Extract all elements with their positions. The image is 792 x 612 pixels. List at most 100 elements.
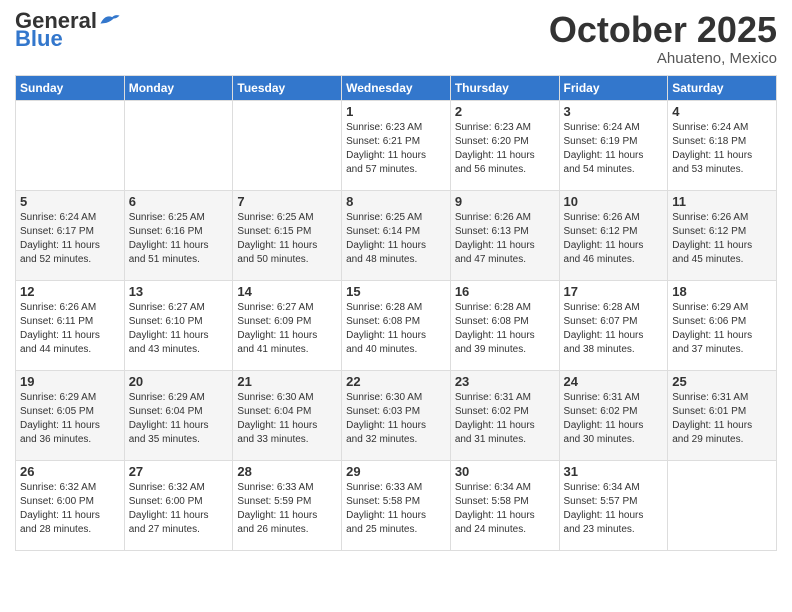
day-info: Sunrise: 6:30 AMSunset: 6:04 PMDaylight:… xyxy=(237,391,337,447)
day-info: Sunrise: 6:29 AMSunset: 6:06 PMDaylight:… xyxy=(672,301,772,357)
calendar-cell: 16 Sunrise: 6:28 AMSunset: 6:08 PMDayligh… xyxy=(450,280,559,370)
day-info: Sunrise: 6:26 AMSunset: 6:12 PMDaylight:… xyxy=(564,211,664,267)
day-number: 1 xyxy=(346,104,446,119)
day-info: Sunrise: 6:31 AMSunset: 6:01 PMDaylight:… xyxy=(672,391,772,447)
day-number: 5 xyxy=(20,194,120,209)
calendar-cell: 15Sunrise: 6:28 AMSunset: 6:08 PMDayligh… xyxy=(342,280,451,370)
day-info: Sunrise: 6:33 AMSunset: 5:58 PMDaylight:… xyxy=(346,481,446,537)
day-info: Sunrise: 6:27 AMSunset: 6:10 PMDaylight:… xyxy=(129,301,229,357)
calendar-cell: 22Sunrise: 6:30 AMSunset: 6:03 PMDayligh… xyxy=(342,370,451,460)
day-info: Sunrise: 6:28 AMSunset: 6:08 PMDaylight:… xyxy=(346,301,446,357)
day-number: 28 xyxy=(237,464,337,479)
day-info: Sunrise: 6:32 AMSunset: 6:00 PMDaylight:… xyxy=(20,481,120,537)
day-number: 29 xyxy=(346,464,446,479)
day-info: Sunrise: 6:28 AMSunset: 6:08 PMDaylight:… xyxy=(455,301,555,357)
calendar-cell: 14 Sunrise: 6:27 AMSunset: 6:09 PMDayligh… xyxy=(233,280,342,370)
calendar-cell: 26 Sunrise: 6:32 AMSunset: 6:00 PMDayligh… xyxy=(16,460,125,550)
day-info: Sunrise: 6:34 AMSunset: 5:57 PMDaylight:… xyxy=(564,481,664,537)
day-number: 6 xyxy=(129,194,229,209)
day-header-sunday: Sunday xyxy=(16,75,125,100)
calendar-cell: 28 Sunrise: 6:33 AMSunset: 5:59 PMDayligh… xyxy=(233,460,342,550)
calendar-cell: 3Sunrise: 6:24 AMSunset: 6:19 PMDaylight… xyxy=(559,100,668,190)
day-info: Sunrise: 6:25 AMSunset: 6:14 PMDaylight:… xyxy=(346,211,446,267)
day-number: 2 xyxy=(455,104,555,119)
calendar-cell: 11 Sunrise: 6:26 AMSunset: 6:12 PMDayligh… xyxy=(668,190,777,280)
day-number: 14 xyxy=(237,284,337,299)
day-header-thursday: Thursday xyxy=(450,75,559,100)
calendar-cell: 24 Sunrise: 6:31 AMSunset: 6:02 PMDayligh… xyxy=(559,370,668,460)
day-number: 24 xyxy=(564,374,664,389)
day-header-wednesday: Wednesday xyxy=(342,75,451,100)
day-number: 19 xyxy=(20,374,120,389)
day-info: Sunrise: 6:29 AMSunset: 6:05 PMDaylight:… xyxy=(20,391,120,447)
day-number: 26 xyxy=(20,464,120,479)
day-number: 20 xyxy=(129,374,229,389)
day-header-friday: Friday xyxy=(559,75,668,100)
calendar-cell: 5 Sunrise: 6:24 AMSunset: 6:17 PMDaylight… xyxy=(16,190,125,280)
day-info: Sunrise: 6:24 AMSunset: 6:17 PMDaylight:… xyxy=(20,211,120,267)
day-info: Sunrise: 6:25 AMSunset: 6:15 PMDaylight:… xyxy=(237,211,337,267)
calendar-cell: 25 Sunrise: 6:31 AMSunset: 6:01 PMDayligh… xyxy=(668,370,777,460)
day-info: Sunrise: 6:28 AMSunset: 6:07 PMDaylight:… xyxy=(564,301,664,357)
day-info: Sunrise: 6:34 AMSunset: 5:58 PMDaylight:… xyxy=(455,481,555,537)
day-number: 18 xyxy=(672,284,772,299)
calendar-cell: 1 Sunrise: 6:23 AMSunset: 6:21 PMDaylight… xyxy=(342,100,451,190)
calendar-cell: 31Sunrise: 6:34 AMSunset: 5:57 PMDayligh… xyxy=(559,460,668,550)
day-header-saturday: Saturday xyxy=(668,75,777,100)
logo: General Blue xyxy=(15,10,121,50)
day-info: Sunrise: 6:32 AMSunset: 6:00 PMDaylight:… xyxy=(129,481,229,537)
day-number: 9 xyxy=(455,194,555,209)
calendar-cell: 2 Sunrise: 6:23 AMSunset: 6:20 PMDaylight… xyxy=(450,100,559,190)
day-header-tuesday: Tuesday xyxy=(233,75,342,100)
week-row-5: 26 Sunrise: 6:32 AMSunset: 6:00 PMDayligh… xyxy=(16,460,777,550)
header: General Blue October 2025 Ahuateno, Mexi… xyxy=(15,10,777,67)
location-title: Ahuateno, Mexico xyxy=(549,50,777,67)
logo-blue: Blue xyxy=(15,28,63,50)
day-number: 27 xyxy=(129,464,229,479)
day-info: Sunrise: 6:23 AMSunset: 6:20 PMDaylight:… xyxy=(455,121,555,177)
day-info: Sunrise: 6:31 AMSunset: 6:02 PMDaylight:… xyxy=(564,391,664,447)
calendar-cell xyxy=(233,100,342,190)
calendar-cell xyxy=(16,100,125,190)
calendar-cell: 30 Sunrise: 6:34 AMSunset: 5:58 PMDayligh… xyxy=(450,460,559,550)
calendar-cell: 12Sunrise: 6:26 AMSunset: 6:11 PMDayligh… xyxy=(16,280,125,370)
calendar-cell: 4Sunrise: 6:24 AMSunset: 6:18 PMDaylight… xyxy=(668,100,777,190)
day-number: 8 xyxy=(346,194,446,209)
day-info: Sunrise: 6:23 AMSunset: 6:21 PMDaylight:… xyxy=(346,121,446,177)
calendar-cell: 19 Sunrise: 6:29 AMSunset: 6:05 PMDayligh… xyxy=(16,370,125,460)
calendar-cell: 21 Sunrise: 6:30 AMSunset: 6:04 PMDayligh… xyxy=(233,370,342,460)
day-number: 16 xyxy=(455,284,555,299)
day-header-monday: Monday xyxy=(124,75,233,100)
day-number: 4 xyxy=(672,104,772,119)
calendar-cell: 17 Sunrise: 6:28 AMSunset: 6:07 PMDayligh… xyxy=(559,280,668,370)
logo-bird-icon xyxy=(99,10,121,30)
day-number: 30 xyxy=(455,464,555,479)
day-number: 23 xyxy=(455,374,555,389)
calendar-table: SundayMondayTuesdayWednesdayThursdayFrid… xyxy=(15,75,777,551)
calendar-cell: 9Sunrise: 6:26 AMSunset: 6:13 PMDaylight… xyxy=(450,190,559,280)
day-info: Sunrise: 6:27 AMSunset: 6:09 PMDaylight:… xyxy=(237,301,337,357)
week-row-3: 12Sunrise: 6:26 AMSunset: 6:11 PMDayligh… xyxy=(16,280,777,370)
day-number: 17 xyxy=(564,284,664,299)
day-info: Sunrise: 6:31 AMSunset: 6:02 PMDaylight:… xyxy=(455,391,555,447)
calendar-cell: 18 Sunrise: 6:29 AMSunset: 6:06 PMDayligh… xyxy=(668,280,777,370)
day-number: 21 xyxy=(237,374,337,389)
day-number: 22 xyxy=(346,374,446,389)
calendar-cell: 8 Sunrise: 6:25 AMSunset: 6:14 PMDaylight… xyxy=(342,190,451,280)
calendar-cell: 13 Sunrise: 6:27 AMSunset: 6:10 PMDayligh… xyxy=(124,280,233,370)
calendar-cell: 29 Sunrise: 6:33 AMSunset: 5:58 PMDayligh… xyxy=(342,460,451,550)
day-number: 11 xyxy=(672,194,772,209)
calendar-cell: 7Sunrise: 6:25 AMSunset: 6:15 PMDaylight… xyxy=(233,190,342,280)
day-info: Sunrise: 6:33 AMSunset: 5:59 PMDaylight:… xyxy=(237,481,337,537)
week-row-2: 5 Sunrise: 6:24 AMSunset: 6:17 PMDaylight… xyxy=(16,190,777,280)
title-area: October 2025 Ahuateno, Mexico xyxy=(549,10,777,67)
calendar-cell xyxy=(124,100,233,190)
week-row-1: 1 Sunrise: 6:23 AMSunset: 6:21 PMDaylight… xyxy=(16,100,777,190)
month-title: October 2025 xyxy=(549,10,777,50)
day-number: 25 xyxy=(672,374,772,389)
day-number: 13 xyxy=(129,284,229,299)
calendar-cell: 6 Sunrise: 6:25 AMSunset: 6:16 PMDaylight… xyxy=(124,190,233,280)
day-info: Sunrise: 6:25 AMSunset: 6:16 PMDaylight:… xyxy=(129,211,229,267)
calendar-body: 1 Sunrise: 6:23 AMSunset: 6:21 PMDaylight… xyxy=(16,100,777,550)
day-info: Sunrise: 6:26 AMSunset: 6:12 PMDaylight:… xyxy=(672,211,772,267)
